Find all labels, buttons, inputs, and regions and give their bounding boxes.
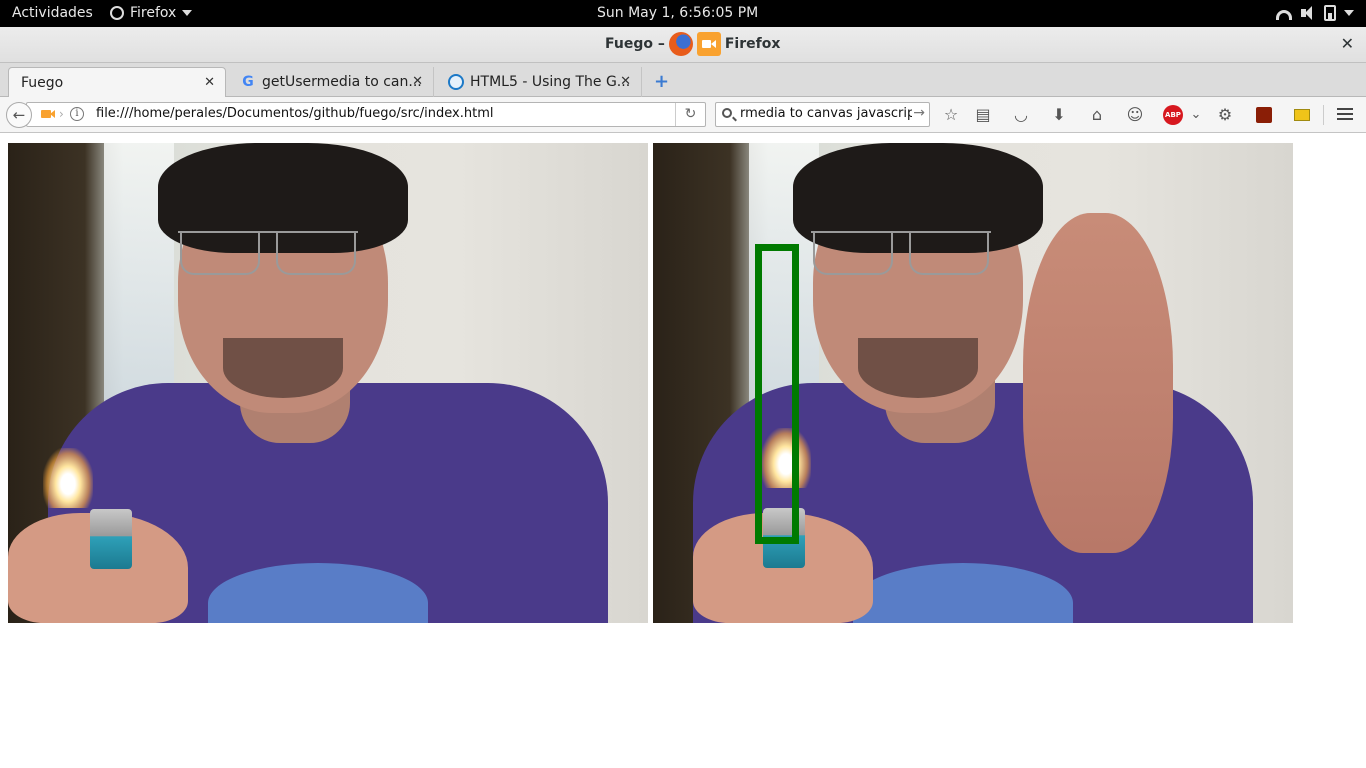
tab-fuego[interactable]: Fuego ✕ <box>8 67 226 97</box>
back-button[interactable]: ← <box>6 102 32 128</box>
reading-list-icon[interactable]: ▤ <box>973 105 993 125</box>
url-bar[interactable]: › i file:///home/perales/Documentos/gith… <box>26 102 706 127</box>
clock[interactable]: Sun May 1, 6:56:05 PM <box>597 5 758 21</box>
wifi-icon <box>1276 9 1292 20</box>
pocket-icon[interactable]: ◡ <box>1011 105 1031 125</box>
app-menu-label: Firefox <box>130 5 177 21</box>
tab-label: getUsermedia to can... <box>262 74 422 90</box>
search-icon <box>722 108 732 118</box>
search-input[interactable]: rmedia to canvas javascript <box>740 106 912 121</box>
info-icon[interactable]: i <box>70 107 84 121</box>
system-tray[interactable] <box>1276 5 1354 21</box>
toolbar-separator <box>1323 105 1324 125</box>
search-bar[interactable]: rmedia to canvas javascript → <box>715 102 930 127</box>
app-menu[interactable]: Firefox <box>110 5 193 21</box>
window-close-button[interactable]: ✕ <box>1341 34 1354 53</box>
window-title-right: Firefox <box>724 36 781 52</box>
home-icon[interactable]: ⌂ <box>1087 105 1107 125</box>
tab-label: Fuego <box>21 74 64 91</box>
adblock-dropdown-icon[interactable]: ⌄ <box>1186 105 1206 125</box>
window-title-left: Fuego – <box>605 36 665 52</box>
chevron-down-icon <box>1344 10 1354 16</box>
intel-icon <box>448 74 464 90</box>
tab-html5[interactable]: HTML5 - Using The G... ✕ <box>436 67 642 97</box>
notes-icon[interactable] <box>1294 109 1310 121</box>
canvas-scene <box>653 143 1293 623</box>
tab-close-button[interactable]: ✕ <box>412 74 423 89</box>
adblock-icon[interactable]: ABP <box>1163 105 1183 125</box>
firefox-icon <box>110 6 124 20</box>
url-input[interactable]: file:///home/perales/Documentos/github/f… <box>96 106 493 121</box>
window-title-bar: Fuego – Firefox ✕ <box>0 27 1366 63</box>
camera-sharing-icon[interactable] <box>696 32 721 56</box>
chevron-down-icon <box>182 10 193 16</box>
downloads-icon[interactable]: ⬇ <box>1049 105 1069 125</box>
raised-hand <box>1023 213 1173 553</box>
flame <box>43 448 93 508</box>
bookmark-star-icon[interactable]: ☆ <box>941 105 961 125</box>
firefox-logo-icon <box>668 32 693 56</box>
tab-strip: Fuego ✕ G getUsermedia to can... ✕ HTML5… <box>0 63 1366 97</box>
firebug-icon[interactable] <box>1256 107 1272 123</box>
webcam-video[interactable] <box>8 143 648 623</box>
google-icon: G <box>242 74 254 90</box>
chevron-right-icon: › <box>59 107 64 121</box>
extension-icon[interactable]: ⚙ <box>1215 105 1235 125</box>
tab-close-button[interactable]: ✕ <box>620 74 631 89</box>
page-content <box>0 134 1366 768</box>
webcam-scene <box>8 143 648 623</box>
activities-button[interactable]: Actividades <box>12 5 93 21</box>
search-go-button[interactable]: → <box>913 105 925 121</box>
tab-getusermedia[interactable]: G getUsermedia to can... ✕ <box>228 67 434 97</box>
camera-permission-icon[interactable] <box>41 110 55 118</box>
menu-icon[interactable] <box>1335 105 1355 125</box>
volume-muted-icon <box>1300 5 1316 21</box>
tab-close-button[interactable]: ✕ <box>204 75 215 90</box>
tab-label: HTML5 - Using The G... <box>470 74 630 90</box>
new-tab-button[interactable]: + <box>654 71 669 92</box>
processed-canvas[interactable] <box>653 143 1293 623</box>
navigation-bar: › i file:///home/perales/Documentos/gith… <box>0 97 1366 133</box>
gnome-top-bar: Actividades Firefox Sun May 1, 6:56:05 P… <box>0 0 1366 27</box>
reload-button[interactable]: ↻ <box>675 103 705 126</box>
flame-detection-box <box>755 244 799 544</box>
battery-icon <box>1324 5 1336 21</box>
chat-icon[interactable]: ☺ <box>1125 105 1145 125</box>
